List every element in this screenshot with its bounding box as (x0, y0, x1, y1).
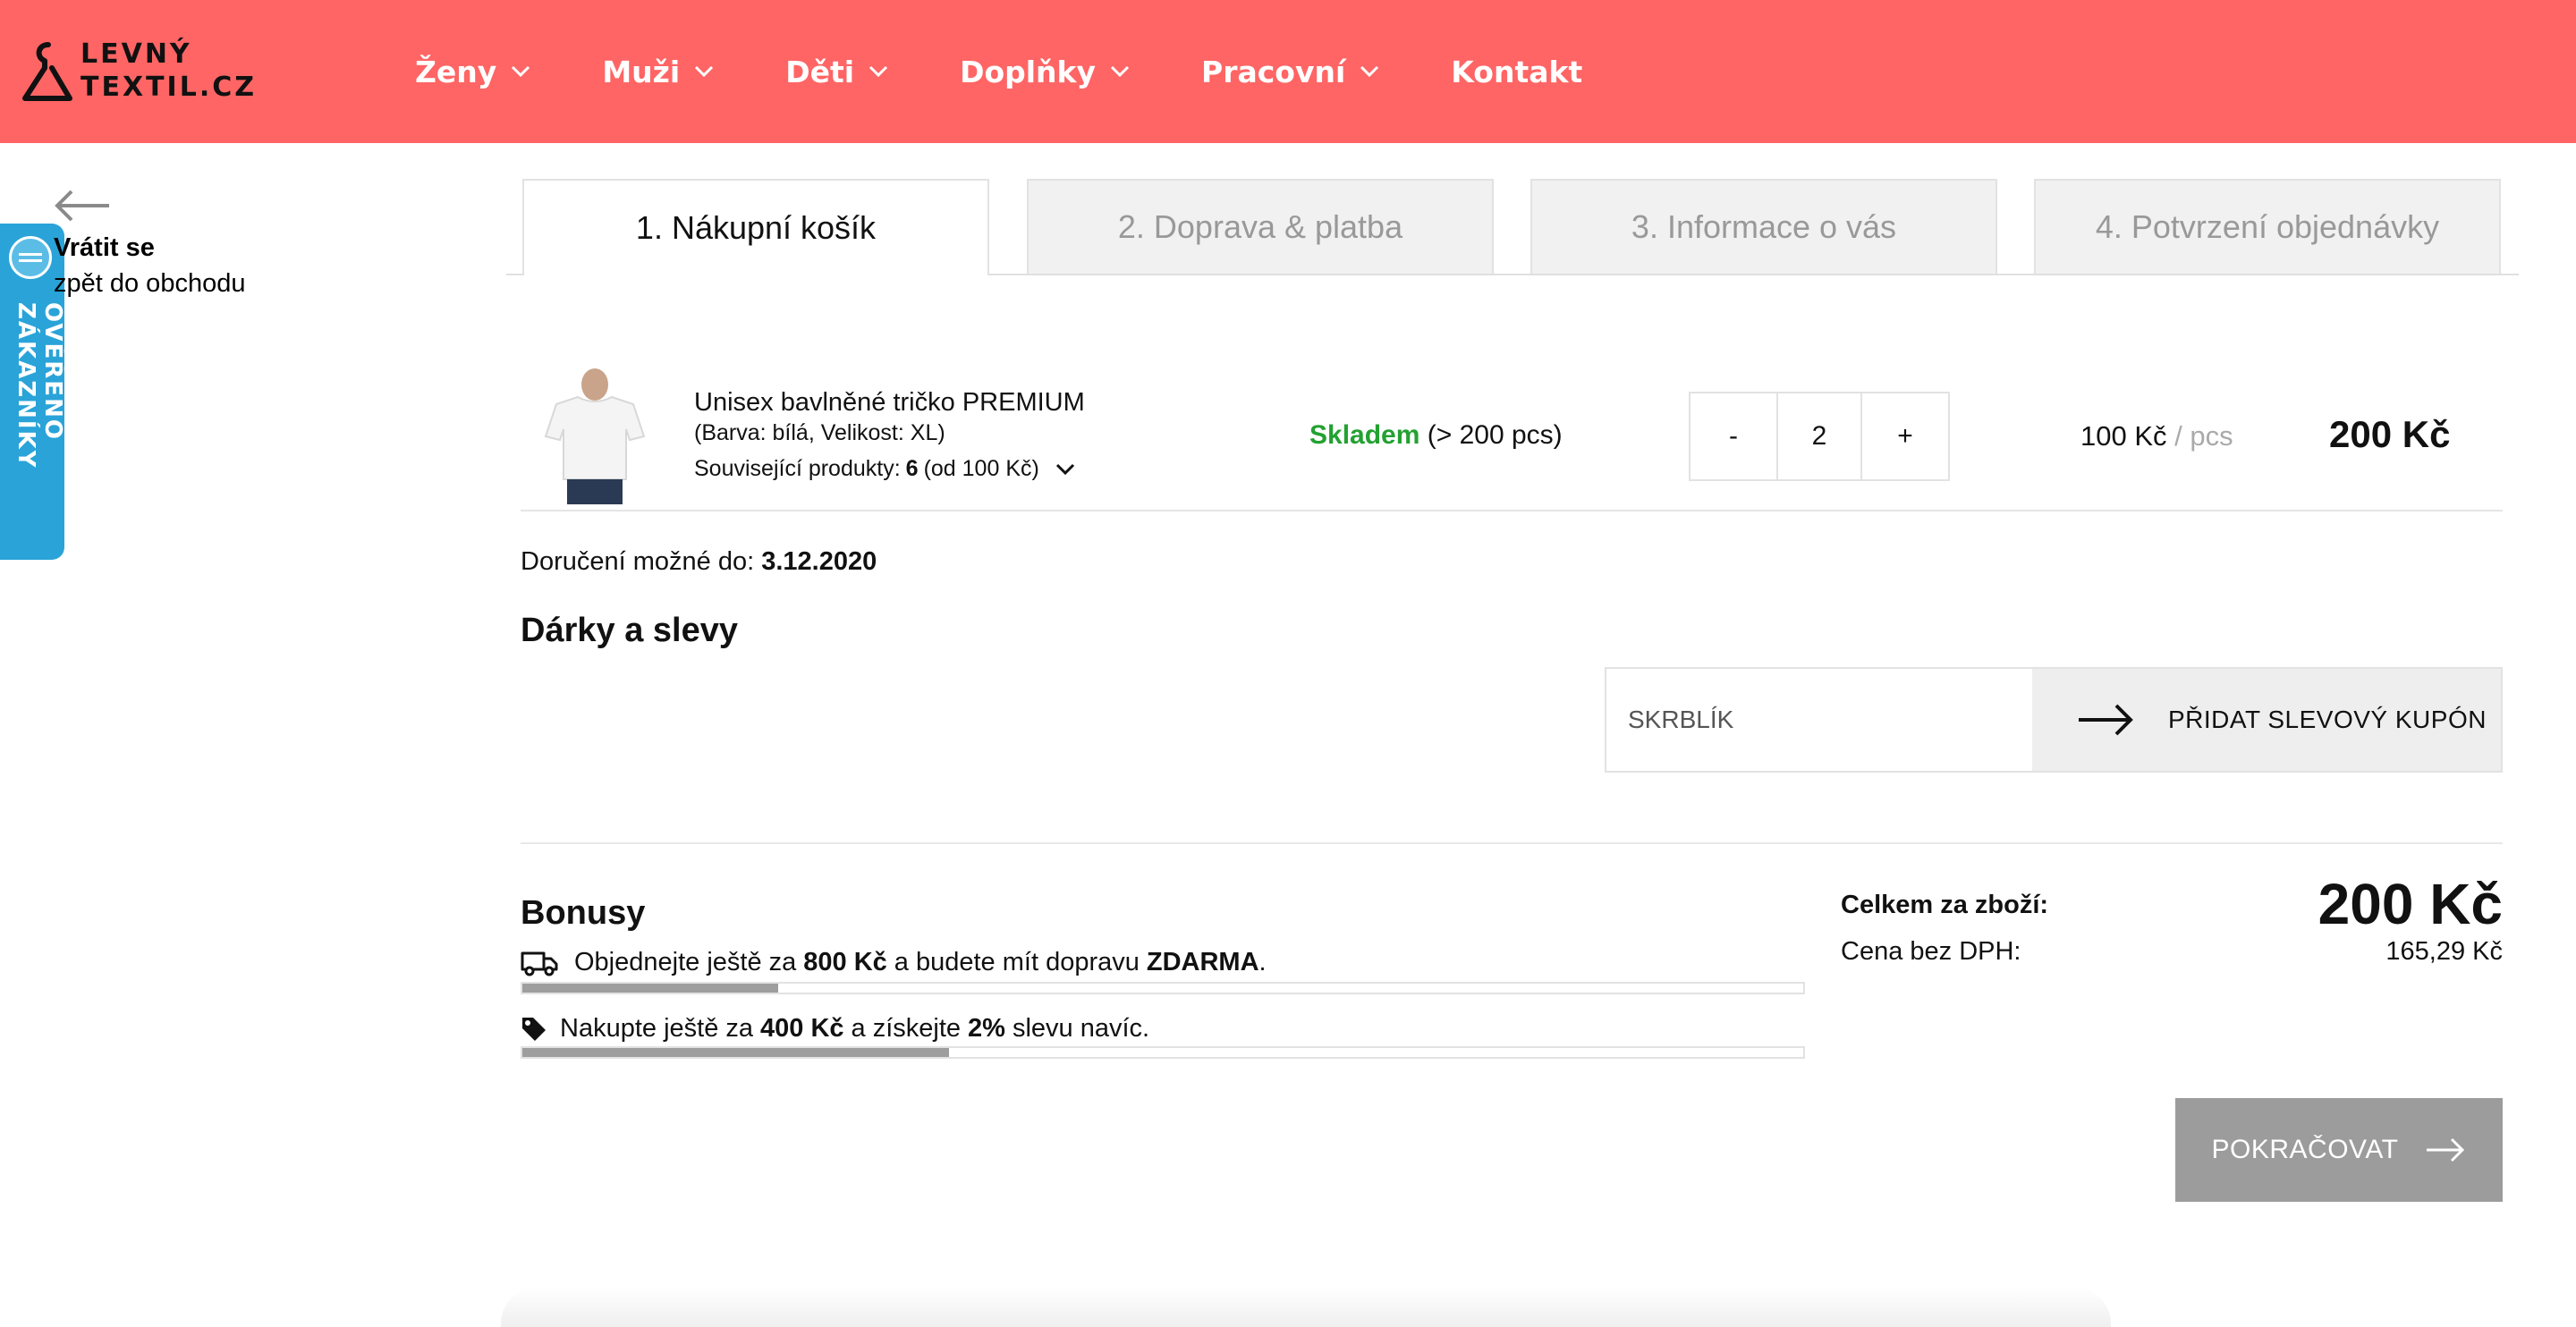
bonus-shipping-highlight: ZDARMA (1146, 948, 1259, 976)
line-total: 200 Kč (2329, 413, 2451, 455)
delivery-estimate: Doručení možné do: 3.12.2020 (521, 547, 877, 577)
arrow-right-icon (2427, 1137, 2465, 1162)
product-image[interactable] (537, 365, 653, 504)
related-products-toggle[interactable]: Související produkty: 6 (od 100 Kč) (694, 456, 1075, 482)
chevron-down-icon (1360, 65, 1379, 78)
continue-label: POKRAČOVAT (2211, 1135, 2399, 1164)
bonus-shipping-pre: Objednejte ještě za (574, 948, 797, 976)
bonuses-title: Bonusy (521, 894, 646, 932)
continue-button[interactable]: POKRAČOVAT (2175, 1098, 2503, 1202)
quantity-input[interactable]: 2 (1776, 393, 1862, 479)
nav-item-deti[interactable]: Děti (785, 55, 888, 89)
price-without-vat-label: Cena bez DPH: (1841, 937, 2021, 966)
product-name[interactable]: Unisex bavlněné tričko PREMIUM (694, 388, 1085, 418)
shipping-progress-fill (522, 984, 779, 993)
discount-progress-fill (522, 1048, 949, 1057)
tab-shipping-payment[interactable]: 2. Doprava & platba (1027, 179, 1494, 274)
arrow-left-icon (55, 190, 109, 222)
tab-order-confirmation[interactable]: 4. Potvrzení objednávky (2034, 179, 2501, 274)
unit-price-unit: / pcs (2174, 420, 2233, 452)
quantity-decrease-button[interactable]: - (1690, 393, 1776, 479)
logo-line-1: LEVNÝ (80, 38, 192, 70)
unit-price-value: 100 Kč (2080, 420, 2167, 452)
footer-edge (501, 1288, 2111, 1327)
chevron-down-icon (1110, 65, 1130, 78)
bonus-discount-highlight: 2% (968, 1014, 1005, 1043)
tag-icon (522, 1017, 546, 1041)
shipping-progress-bar (521, 982, 1805, 994)
logo-line-2: TEXTIL.CZ (80, 72, 257, 103)
bonus-shipping-post: . (1258, 948, 1267, 976)
bonus-discount-post: slevu navíc. (1012, 1014, 1150, 1043)
chevron-down-icon (512, 65, 530, 78)
price-without-vat-value: 165,29 Kč (2385, 937, 2503, 966)
quantity-stepper: - 2 + (1689, 392, 1950, 481)
arrow-right-icon (2079, 704, 2133, 736)
nav-label: Kontakt (1451, 54, 1583, 89)
quantity-increase-button[interactable]: + (1862, 393, 1948, 479)
stock-status-label: Skladem (1309, 420, 1420, 450)
delivery-date: 3.12.2020 (761, 547, 877, 576)
chevron-down-icon (1055, 463, 1074, 475)
nav-item-muzi[interactable]: Muži (602, 55, 714, 89)
logo-text: LEVNÝ TEXTIL.CZ (80, 38, 257, 104)
cart-row-divider (521, 510, 2503, 511)
chevron-down-icon (869, 65, 888, 78)
related-label: Související produkty: (694, 456, 901, 481)
coupon-input[interactable] (1606, 669, 2032, 771)
nav-label: Ženy (415, 54, 497, 89)
stock-detail: (> 200 pcs) (1427, 420, 1563, 450)
discount-progress-bar (521, 1046, 1805, 1059)
nav-label: Pracovní (1201, 54, 1346, 89)
back-title: Vrátit se (54, 233, 155, 262)
bonus-discount-mid: a získejte (851, 1014, 962, 1043)
add-coupon-label: PŘIDAT SLEVOVÝ KUPÓN (2168, 706, 2487, 733)
nav-item-zeny[interactable]: Ženy (415, 55, 530, 89)
bonus-discount-amount: 400 Kč (760, 1014, 844, 1043)
add-coupon-button[interactable]: PŘIDAT SLEVOVÝ KUPÓN (2032, 669, 2501, 771)
product-variant: (Barva: bílá, Velikost: XL) (694, 420, 945, 445)
nav-item-pracovni[interactable]: Pracovní (1201, 55, 1379, 89)
related-from: (od 100 Kč) (923, 456, 1039, 481)
bonus-extra-discount: Nakupte ještě za 400 Kč a získejte 2% sl… (521, 1014, 1149, 1044)
unit-price: 100 Kč / pcs (2080, 420, 2233, 452)
truck-icon (521, 951, 558, 976)
nav-label: Doplňky (960, 54, 1097, 89)
tab-customer-info[interactable]: 3. Informace o vás (1530, 179, 1997, 274)
bonus-discount-pre: Nakupte ještě za (560, 1014, 754, 1043)
nav-label: Děti (785, 54, 855, 89)
related-count: 6 (905, 456, 919, 481)
goods-total-value: 200 Kč (2318, 872, 2503, 936)
delivery-label: Doručení možné do: (521, 547, 755, 576)
gifts-discounts-title: Dárky a slevy (521, 612, 738, 649)
site-header: LEVNÝ TEXTIL.CZ Ženy Muži Děti Doplňky P… (0, 0, 2576, 143)
goods-total-label: Celkem za zboží: (1841, 891, 2049, 919)
nav-item-doplnky[interactable]: Doplňky (960, 55, 1130, 89)
chevron-down-icon (695, 65, 714, 78)
site-logo[interactable]: LEVNÝ TEXTIL.CZ (21, 38, 272, 109)
nav-item-kontakt[interactable]: Kontakt (1451, 55, 1582, 89)
main-nav: Ženy Muži Děti Doplňky Pracovní Kontakt (415, 45, 1654, 98)
bonus-free-shipping: Objednejte ještě za 800 Kč a budete mít … (521, 948, 1267, 977)
back-subtitle: zpět do obchodu (54, 269, 246, 298)
bonus-shipping-amount: 800 Kč (803, 948, 887, 976)
nav-label: Muži (602, 54, 681, 89)
coupon-form: PŘIDAT SLEVOVÝ KUPÓN (1605, 667, 2503, 773)
hanger-logo-icon (22, 42, 72, 101)
verified-seal-icon (9, 236, 52, 279)
verified-badge-label: OVĚŘENO ZÁKAZNÍKY (13, 302, 66, 469)
stock-status: Skladem (> 200 pcs) (1309, 420, 1563, 451)
bonus-shipping-mid: a budete mít dopravu (894, 948, 1140, 976)
section-divider (521, 842, 2503, 844)
tab-cart[interactable]: 1. Nákupní košík (522, 179, 989, 275)
